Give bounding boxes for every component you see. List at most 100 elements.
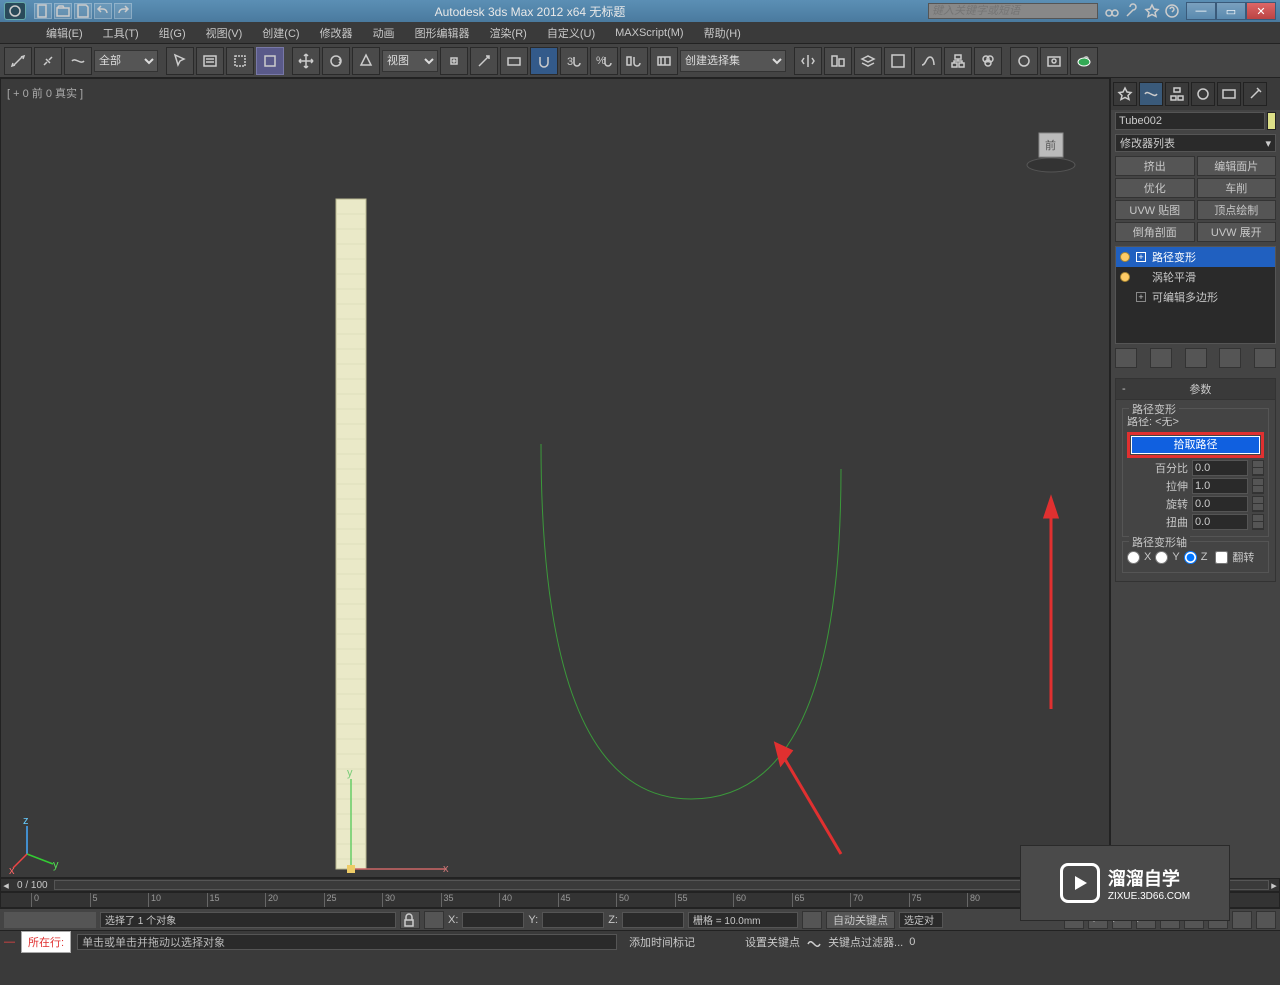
menu-maxscript[interactable]: MAXScript(M)	[605, 24, 693, 42]
mod-uvwunwrap[interactable]: UVW 展开	[1197, 222, 1277, 242]
modifier-list-select[interactable]: 修改器列表▾	[1115, 134, 1276, 152]
edit-selset-icon[interactable]	[650, 47, 678, 75]
mod-optimize[interactable]: 优化	[1115, 178, 1195, 198]
nav-zoomall-icon[interactable]	[1256, 911, 1276, 929]
tab-modify-icon[interactable]	[1139, 82, 1163, 106]
percent-spinner[interactable]	[1252, 460, 1264, 476]
menu-tools[interactable]: 工具(T)	[93, 22, 149, 44]
mod-bevelprofile[interactable]: 倒角剖面	[1115, 222, 1195, 242]
select-name-icon[interactable]	[196, 47, 224, 75]
curve-editor-icon[interactable]	[914, 47, 942, 75]
rotate-icon[interactable]	[322, 47, 350, 75]
keyboard-icon[interactable]	[500, 47, 528, 75]
link-icon[interactable]	[4, 47, 32, 75]
bulb-icon[interactable]	[1120, 252, 1130, 262]
new-icon[interactable]	[34, 3, 52, 19]
menu-help[interactable]: 帮助(H)	[694, 22, 751, 44]
y-input[interactable]	[542, 912, 604, 928]
render-setup-icon[interactable]	[1010, 47, 1038, 75]
menu-edit[interactable]: 编辑(E)	[36, 22, 93, 44]
remove-mod-icon[interactable]	[1219, 348, 1241, 368]
object-name-input[interactable]	[1115, 112, 1265, 130]
setkey-button[interactable]: 设置关键点	[745, 934, 800, 950]
graphite-icon[interactable]	[884, 47, 912, 75]
rollout-header[interactable]: -参数	[1116, 379, 1275, 400]
minimize-button[interactable]: —	[1186, 2, 1216, 20]
spinner-snap-icon[interactable]	[620, 47, 648, 75]
lock-icon[interactable]	[400, 911, 420, 929]
plus-icon[interactable]: +	[1136, 292, 1146, 302]
manipulate-icon[interactable]	[470, 47, 498, 75]
schematic-icon[interactable]	[944, 47, 972, 75]
menu-custom[interactable]: 自定义(U)	[537, 22, 605, 44]
x-input[interactable]	[462, 912, 524, 928]
material-editor-icon[interactable]	[974, 47, 1002, 75]
menu-create[interactable]: 创建(C)	[252, 22, 309, 44]
stretch-input[interactable]: 1.0	[1192, 478, 1248, 494]
mod-lathe[interactable]: 车削	[1197, 178, 1277, 198]
save-icon[interactable]	[74, 3, 92, 19]
open-icon[interactable]	[54, 3, 72, 19]
autokey-button[interactable]: 自动关键点	[826, 911, 895, 929]
key-mode[interactable]: 选定对	[899, 912, 943, 928]
plus-icon[interactable]: +	[1136, 252, 1146, 262]
help-search-input[interactable]	[928, 3, 1098, 19]
bind-spacewarp-icon[interactable]	[64, 47, 92, 75]
app-icon[interactable]	[4, 2, 26, 20]
align-icon[interactable]	[824, 47, 852, 75]
named-selset[interactable]: 创建选择集	[680, 50, 786, 72]
config-sets-icon[interactable]	[1254, 348, 1276, 368]
pick-path-button[interactable]: 拾取路径	[1131, 436, 1260, 454]
twist-input[interactable]: 0.0	[1192, 514, 1248, 530]
close-button[interactable]: ✕	[1246, 2, 1276, 20]
key-tangent-icon[interactable]	[806, 932, 822, 951]
menu-render[interactable]: 渲染(R)	[480, 22, 537, 44]
isolate-icon[interactable]	[802, 911, 822, 929]
object-color-swatch[interactable]	[1267, 112, 1276, 130]
help-icon[interactable]	[1164, 3, 1180, 19]
rotate-input[interactable]: 0.0	[1192, 496, 1248, 512]
viewport-front[interactable]: [ + 0 前 0 真实 ] y x z y x	[0, 78, 1110, 878]
angle-snap-icon[interactable]: 3	[560, 47, 588, 75]
menu-group[interactable]: 组(G)	[149, 22, 196, 44]
key-filter-button[interactable]: 关键点过滤器...	[828, 934, 903, 950]
menu-view[interactable]: 视图(V)	[196, 22, 253, 44]
stack-item-editpoly[interactable]: +可编辑多边形	[1116, 287, 1275, 307]
stretch-spinner[interactable]	[1252, 478, 1264, 494]
render-frame-icon[interactable]	[1040, 47, 1068, 75]
menu-graph[interactable]: 图形编辑器	[405, 22, 480, 44]
mod-uvwmap[interactable]: UVW 贴图	[1115, 200, 1195, 220]
mod-editpatch[interactable]: 编辑面片	[1197, 156, 1277, 176]
tab-hierarchy-icon[interactable]	[1165, 82, 1189, 106]
select-region-icon[interactable]	[226, 47, 254, 75]
unique-icon[interactable]	[1185, 348, 1207, 368]
percent-snap-icon[interactable]: %	[590, 47, 618, 75]
pivot-icon[interactable]	[440, 47, 468, 75]
mod-extrude[interactable]: 挤出	[1115, 156, 1195, 176]
wrench-icon[interactable]	[1124, 3, 1140, 19]
script-mini[interactable]	[4, 912, 96, 928]
mirror-icon[interactable]	[794, 47, 822, 75]
percent-input[interactable]: 0.0	[1192, 460, 1248, 476]
render-icon[interactable]	[1070, 47, 1098, 75]
stack-item-pathdeform[interactable]: +路径变形	[1116, 247, 1275, 267]
menu-anim[interactable]: 动画	[363, 22, 405, 44]
tab-display-icon[interactable]	[1217, 82, 1241, 106]
nav-fov-icon[interactable]	[1232, 911, 1252, 929]
axis-z-radio[interactable]	[1184, 551, 1197, 564]
window-crossing-icon[interactable]	[256, 47, 284, 75]
redo-icon[interactable]	[114, 3, 132, 19]
axis-y-radio[interactable]	[1155, 551, 1168, 564]
add-time-tag[interactable]: 添加时间标记	[629, 934, 739, 950]
undo-icon[interactable]	[94, 3, 112, 19]
select-icon[interactable]	[166, 47, 194, 75]
viewcube[interactable]: 前	[1023, 119, 1079, 175]
axis-x-radio[interactable]	[1127, 551, 1140, 564]
tab-motion-icon[interactable]	[1191, 82, 1215, 106]
snap-toggle-icon[interactable]	[530, 47, 558, 75]
star-icon[interactable]	[1144, 3, 1160, 19]
rotate-spinner[interactable]	[1252, 496, 1264, 512]
move-icon[interactable]	[292, 47, 320, 75]
ref-coord-select[interactable]: 视图	[382, 50, 438, 72]
unlink-icon[interactable]	[34, 47, 62, 75]
